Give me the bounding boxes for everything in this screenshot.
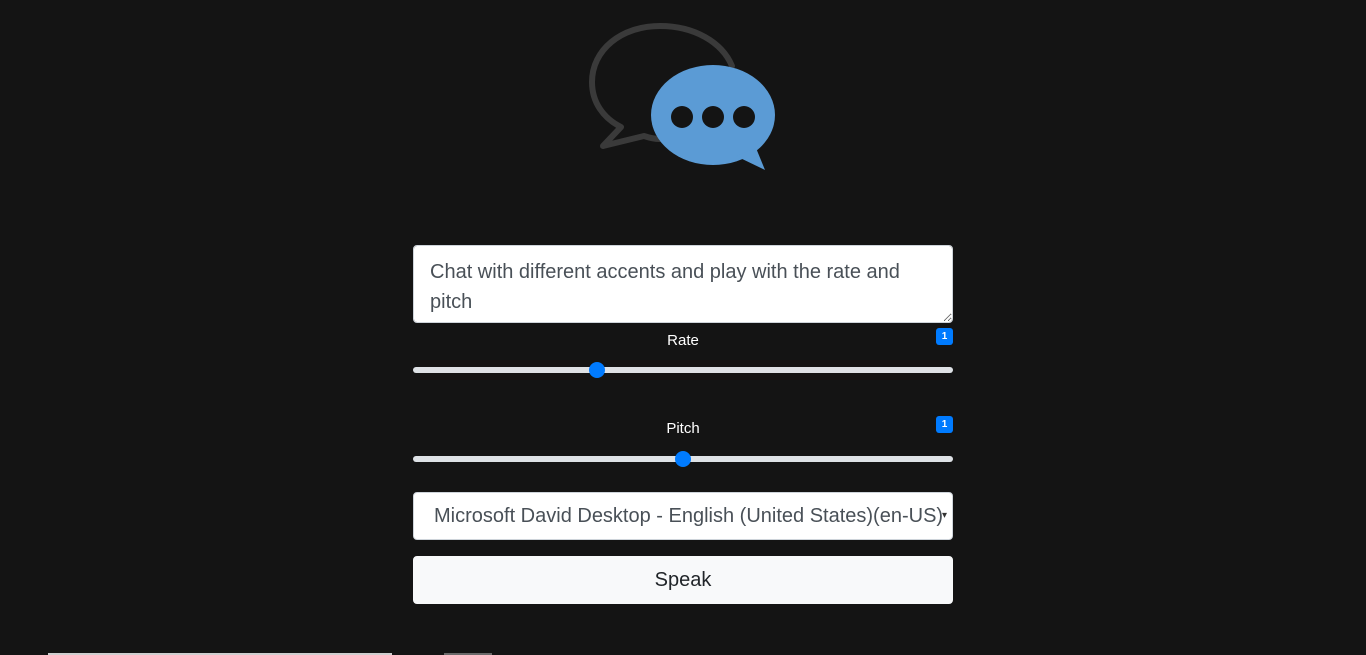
rate-slider-thumb[interactable] — [588, 362, 605, 378]
pitch-slider-thumb[interactable] — [675, 451, 691, 467]
voice-select-value: Microsoft David Desktop - English (Unite… — [434, 505, 944, 527]
rate-slider-track — [413, 367, 953, 373]
voice-select[interactable]: Microsoft David Desktop - English (Unite… — [413, 492, 953, 540]
pitch-label: Pitch — [666, 420, 700, 437]
rate-group: Rate 1 — [413, 328, 953, 378]
dot-2 — [702, 106, 724, 128]
pitch-slider[interactable] — [413, 451, 953, 467]
speak-button[interactable]: Speak — [413, 556, 953, 604]
speech-form: Chat with different accents and play wit… — [413, 245, 953, 604]
dot-1 — [671, 106, 693, 128]
rate-label: Rate — [667, 332, 699, 349]
rate-badge: 1 — [936, 328, 953, 345]
page: Chat with different accents and play wit… — [0, 0, 1366, 655]
dot-3 — [733, 106, 755, 128]
text-input[interactable]: Chat with different accents and play wit… — [413, 245, 953, 323]
pitch-badge: 1 — [936, 416, 953, 433]
rate-slider[interactable] — [413, 362, 953, 378]
pitch-group: Pitch 1 — [413, 416, 953, 467]
chevron-down-icon: ▾ — [941, 510, 947, 521]
chat-bubbles-icon — [589, 23, 775, 170]
back-bubble-top — [657, 23, 735, 69]
